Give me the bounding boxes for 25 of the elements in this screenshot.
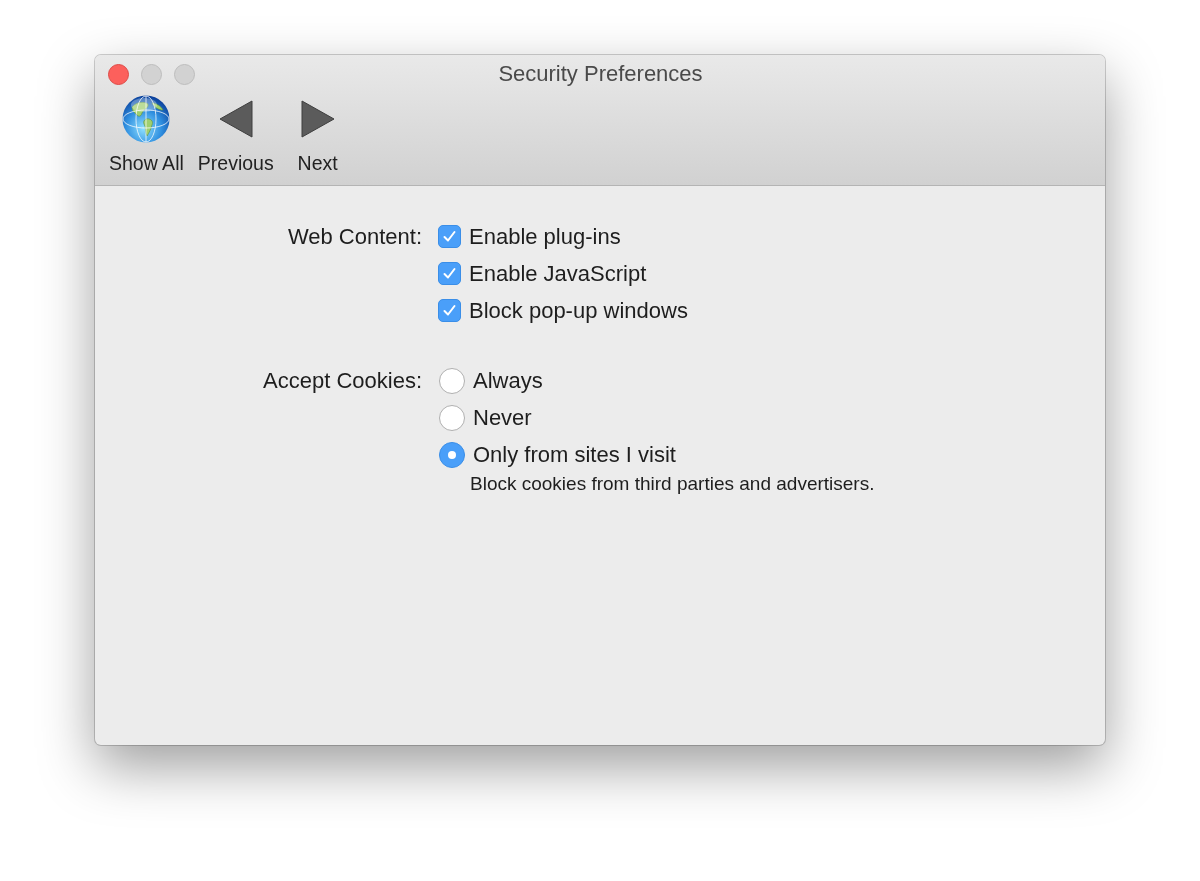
toolbar-button[interactable]: Next <box>293 95 342 175</box>
section-label: Accept Cookies: <box>263 367 422 395</box>
option-label[interactable]: Only from sites I visit <box>473 441 676 468</box>
radio-button[interactable] <box>439 367 465 394</box>
close-button[interactable] <box>108 63 129 85</box>
checkbox[interactable] <box>438 225 461 248</box>
checkbox[interactable] <box>438 262 461 285</box>
checkbox[interactable] <box>438 299 461 322</box>
option-label[interactable]: Enable JavaScript <box>469 260 647 287</box>
toolbar-button[interactable]: Previous <box>197 95 274 175</box>
section-label: Web Content: <box>287 223 422 251</box>
option-label[interactable]: Block pop-up windows <box>469 297 688 324</box>
radio-dot-icon <box>448 450 456 459</box>
globe-icon <box>122 95 171 143</box>
radio-button[interactable] <box>439 441 465 468</box>
option-label[interactable]: Always <box>473 367 543 394</box>
option-label[interactable]: Never <box>473 404 532 431</box>
window-title: Security Preferences <box>498 61 703 87</box>
radio-button[interactable] <box>439 404 465 431</box>
checkmark-icon <box>442 303 457 318</box>
checkmark-icon <box>442 266 457 281</box>
toolbar-button[interactable]: Show All <box>109 95 184 175</box>
checkmark-icon <box>442 229 457 244</box>
option-description: Block cookies from third parties and advertisers. <box>470 473 875 495</box>
option-label[interactable]: Enable plug-ins <box>469 223 621 250</box>
